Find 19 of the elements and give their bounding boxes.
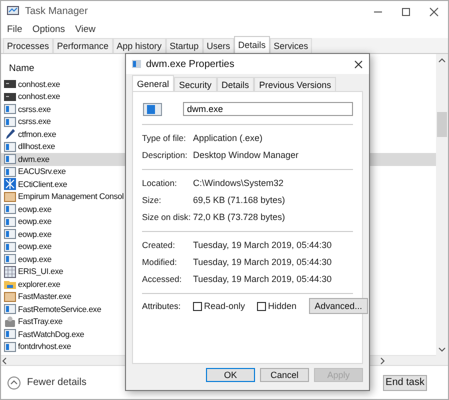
property-label: Created: xyxy=(142,240,176,250)
property-value: Desktop Window Manager xyxy=(193,150,299,160)
property-value: Application (.exe) xyxy=(193,132,263,142)
attributes-label: Attributes: xyxy=(142,301,182,311)
dialog-title: dwm.exe Properties xyxy=(146,58,236,70)
property-label: Description: xyxy=(142,150,188,160)
window-title: Task Manager xyxy=(25,6,89,17)
property-label: Modified: xyxy=(142,256,178,266)
property-value: 72,0 KB (73.728 bytes) xyxy=(193,212,286,222)
property-value: Tuesday, 19 March 2019, 05:44:30 xyxy=(193,274,332,284)
property-value: Tuesday, 19 March 2019, 05:44:30 xyxy=(193,240,332,250)
property-value: C:\Windows\System32 xyxy=(193,178,284,188)
property-value: 69,5 KB (71.168 bytes) xyxy=(193,194,286,204)
property-label: Type of file: xyxy=(142,132,187,142)
property-label: Location: xyxy=(142,178,178,188)
property-value: Tuesday, 19 March 2019, 05:44:30 xyxy=(193,256,332,266)
property-label: Size: xyxy=(142,194,162,204)
property-label: Size on disk: xyxy=(142,212,192,222)
property-label: Accessed: xyxy=(142,274,183,284)
